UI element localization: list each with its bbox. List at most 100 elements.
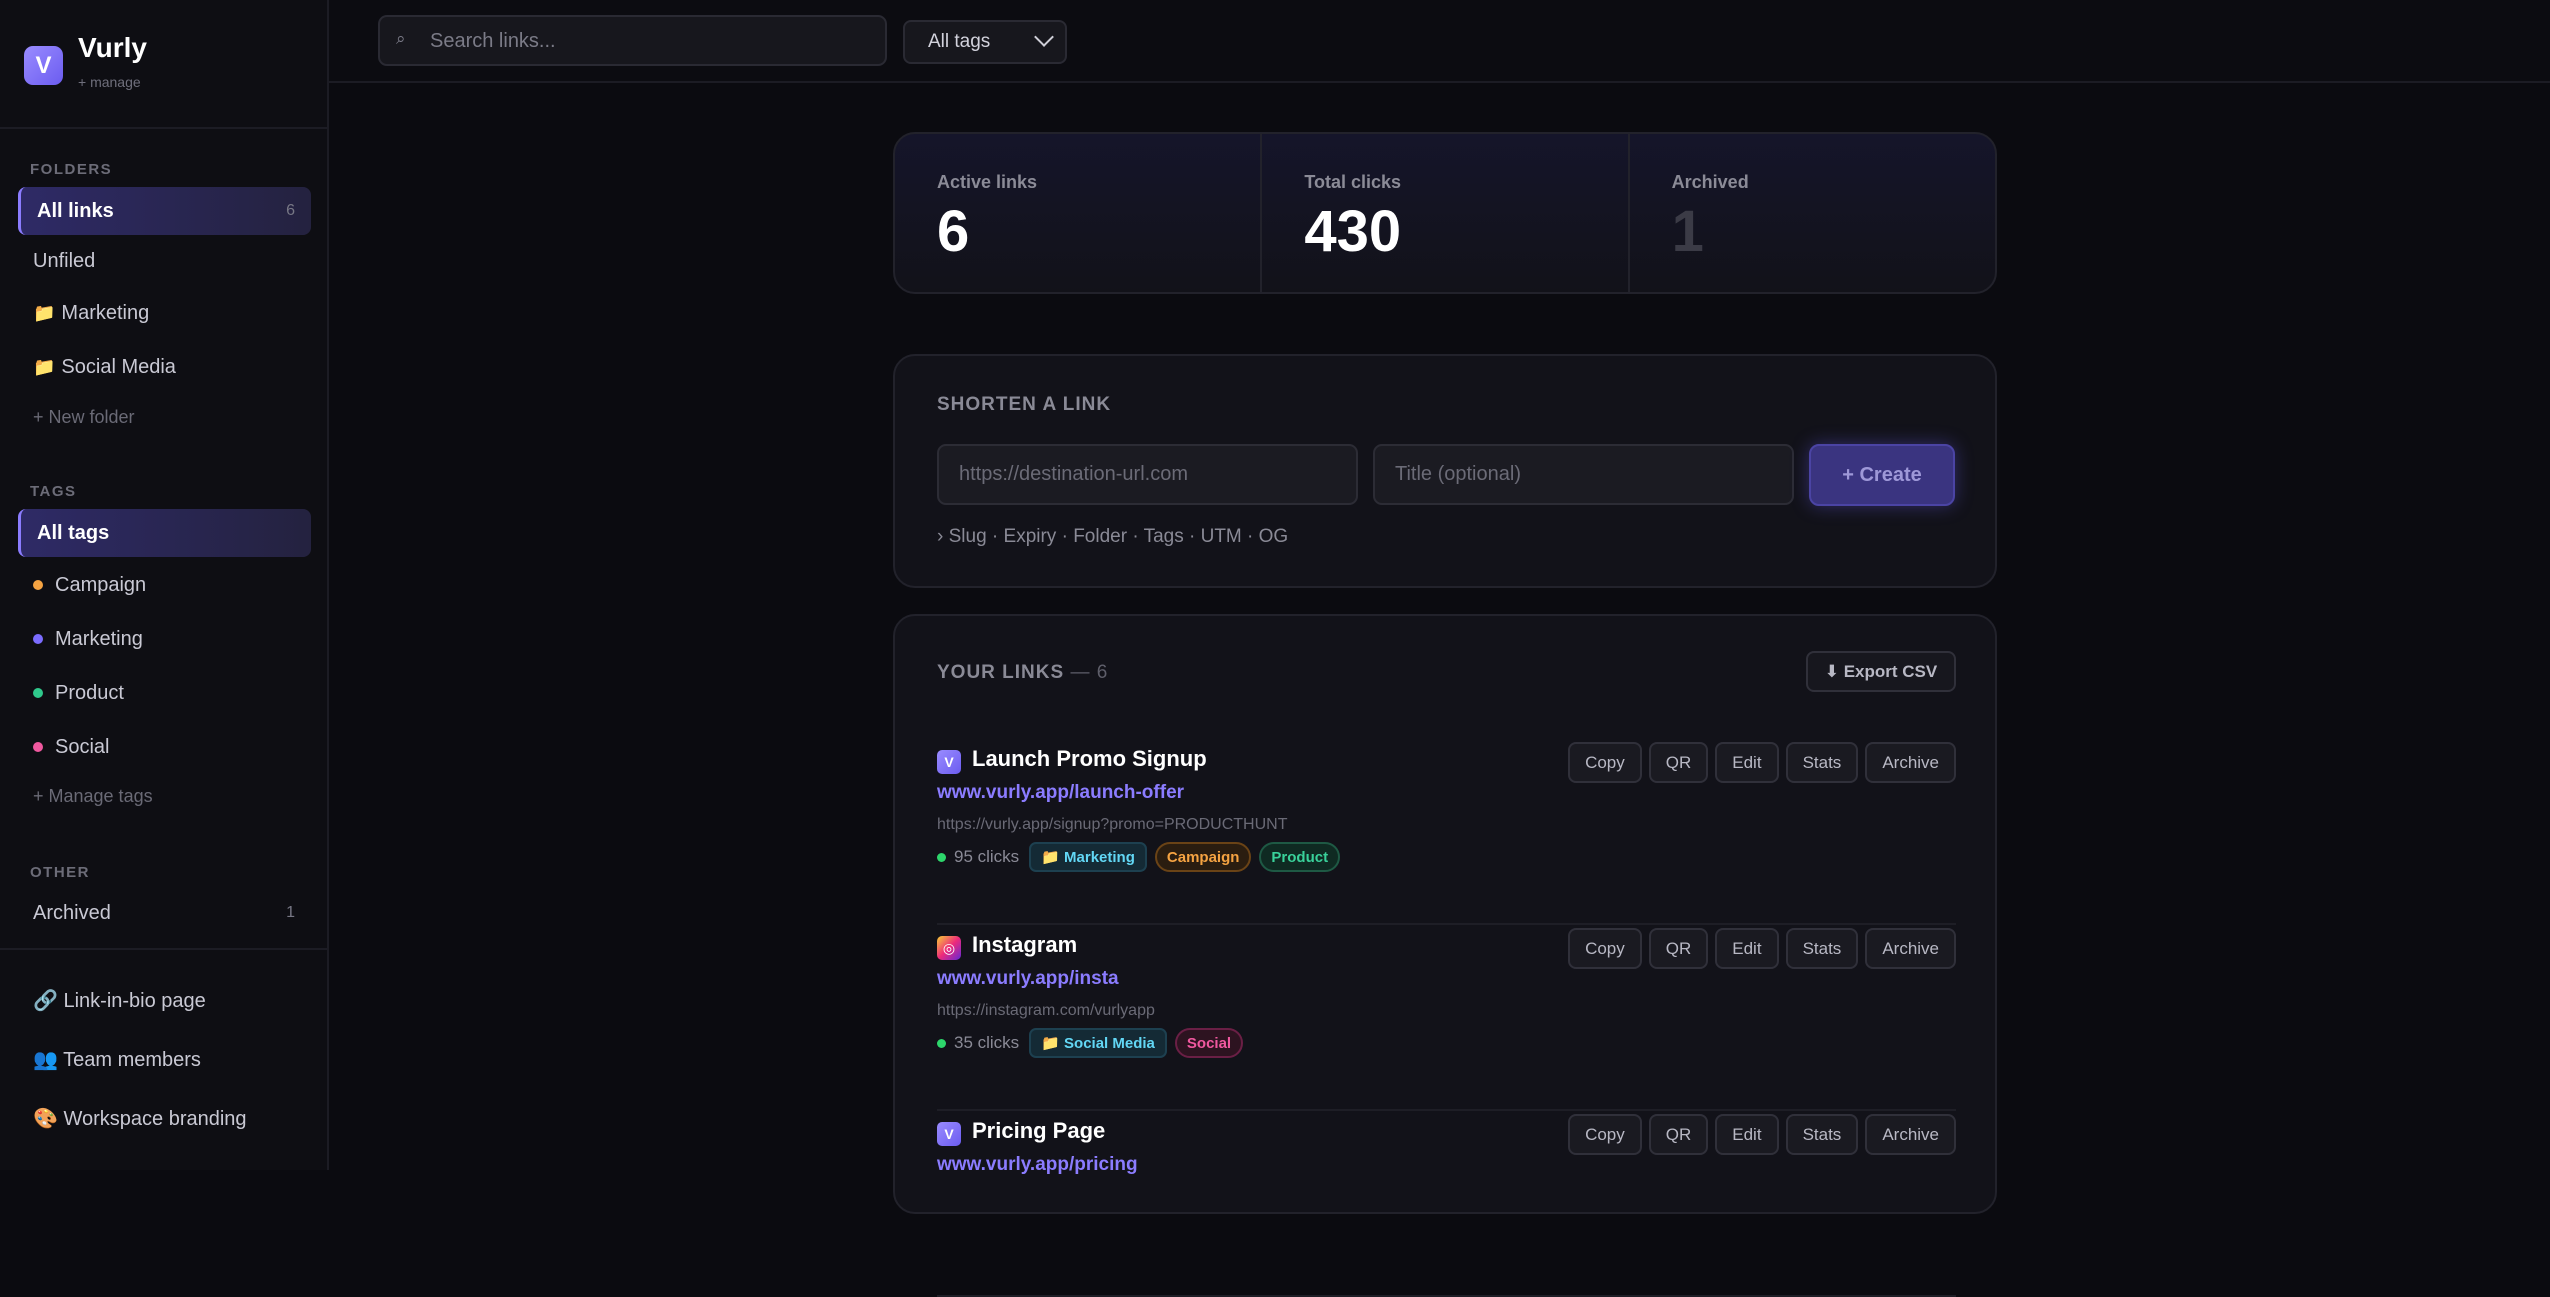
folder-icon: 📁 (33, 302, 56, 323)
links-title-text: YOUR LINKS (937, 662, 1065, 683)
tag-color-dot (33, 580, 43, 590)
manage-tags-link[interactable]: + Manage tags (33, 786, 153, 807)
archive-button[interactable]: Archive (1865, 742, 1956, 783)
sidebar-item-label: Archived (33, 901, 111, 924)
links-count: — 6 (1070, 662, 1109, 683)
qr-button[interactable]: QR (1648, 1114, 1709, 1155)
stat-label: Active links (937, 172, 1038, 192)
click-count-text: 95 clicks (954, 847, 1020, 866)
link-in-bio-nav[interactable]: 🔗 Link-in-bio page (33, 988, 206, 1013)
advanced-options-toggle[interactable]: › Slug · Expiry · Folder · Tags · UTM · … (937, 526, 1288, 548)
create-button[interactable]: + Create (1809, 444, 1955, 506)
link-row[interactable]: V Launch Promo Signup www.vurly.app/laun… (937, 738, 1956, 925)
archive-button[interactable]: Archive (1865, 1114, 1956, 1155)
tag-color-dot (33, 688, 43, 698)
title-input[interactable] (1373, 444, 1794, 505)
destination-url: https://vurly.app/signup?promo=PRODUCTHU… (937, 816, 1288, 833)
link-title: Pricing Page (972, 1118, 1106, 1143)
tag-chip-social: Social (1174, 1028, 1244, 1058)
archive-button[interactable]: Archive (1865, 928, 1956, 969)
all-links-count: 6 (286, 202, 295, 219)
stat-label: Archived (1671, 172, 1749, 192)
brand[interactable]: V Vurly + manage (24, 30, 147, 90)
sidebar-item-label: All links (37, 199, 114, 222)
link-row[interactable]: ◎ Instagram www.vurly.app/insta https://… (937, 924, 1956, 1111)
stats-button[interactable]: Stats (1785, 1114, 1859, 1155)
sidebar-item-tag-product[interactable]: Product (18, 669, 311, 717)
search-box[interactable]: ⌕ (378, 15, 887, 66)
link-title: Launch Promo Signup (972, 746, 1207, 771)
sidebar-item-tag-campaign[interactable]: Campaign (18, 561, 311, 609)
sidebar-item-label: Product (55, 681, 124, 704)
search-icon: ⌕ (396, 29, 406, 48)
stat-value: 1 (1671, 199, 1704, 264)
sidebar: V Vurly + manage FOLDERS All links 6 Unf… (0, 0, 329, 1170)
team-members-nav[interactable]: 👥 Team members (33, 1047, 201, 1072)
short-url-link[interactable]: www.vurly.app/launch-offer (937, 782, 1184, 804)
click-count: 95 clicks (937, 847, 1019, 867)
new-folder-link[interactable]: + New folder (33, 407, 135, 428)
tag-color-dot (33, 634, 43, 644)
tag-chip-campaign: Campaign (1154, 842, 1252, 872)
row-actions: Copy QR Edit Stats Archive (1561, 742, 1956, 783)
link-row[interactable]: V Pricing Page www.vurly.app/pricing Cop… (937, 1110, 1956, 1297)
sidebar-item-archived[interactable]: Archived 1 (18, 889, 311, 937)
stat-value: 6 (937, 199, 970, 264)
vurly-logo-icon: V (24, 46, 63, 85)
nav-label: Workspace branding (63, 1108, 247, 1130)
other-heading: OTHER (30, 864, 90, 881)
divider (0, 127, 327, 129)
sidebar-item-all-links[interactable]: All links 6 (18, 187, 311, 235)
link-title: Instagram (972, 932, 1078, 957)
workspace-branding-nav[interactable]: 🎨 Workspace branding (33, 1106, 247, 1131)
link-meta: 95 clicks 📁 Marketing Campaign Product (937, 842, 1348, 872)
sidebar-item-social-media-folder[interactable]: 📁 Social Media (18, 343, 311, 391)
sidebar-item-label: All tags (37, 521, 110, 544)
sidebar-item-tag-social[interactable]: Social (18, 723, 311, 771)
divider (0, 948, 327, 950)
qr-button[interactable]: QR (1648, 928, 1709, 969)
sidebar-item-unfiled[interactable]: Unfiled (18, 237, 311, 285)
short-url-link[interactable]: www.vurly.app/pricing (937, 1154, 1138, 1176)
stat-archived: Archived 1 (1630, 134, 1995, 292)
copy-button[interactable]: Copy (1568, 928, 1642, 969)
stats-button[interactable]: Stats (1785, 742, 1859, 783)
copy-button[interactable]: Copy (1568, 1114, 1642, 1155)
sidebar-item-marketing-folder[interactable]: 📁 Marketing (18, 289, 311, 337)
row-actions: Copy QR Edit Stats Archive (1561, 928, 1956, 969)
sidebar-item-label: Marketing (61, 301, 150, 324)
tag-color-dot (33, 742, 43, 752)
vurly-favicon-icon: V (937, 1122, 961, 1146)
edit-button[interactable]: Edit (1715, 742, 1779, 783)
short-url-link[interactable]: www.vurly.app/insta (937, 968, 1119, 990)
qr-button[interactable]: QR (1648, 742, 1709, 783)
tag-filter-value: All tags (928, 31, 991, 52)
click-count: 35 clicks (937, 1033, 1019, 1053)
shorten-title: SHORTEN A LINK (937, 394, 1112, 415)
edit-button[interactable]: Edit (1715, 1114, 1779, 1155)
edit-button[interactable]: Edit (1715, 928, 1779, 969)
tag-filter-select[interactable]: All tags (903, 20, 1067, 64)
stat-active-links: Active links 6 (895, 134, 1263, 292)
tag-chip-product: Product (1259, 842, 1341, 872)
sidebar-item-label: Social (55, 735, 110, 758)
folder-chip: 📁 Marketing (1029, 842, 1147, 872)
export-csv-button[interactable]: ⬇ Export CSV (1806, 651, 1956, 692)
sidebar-item-tag-marketing[interactable]: Marketing (18, 615, 311, 663)
copy-button[interactable]: Copy (1568, 742, 1642, 783)
stats-button[interactable]: Stats (1785, 928, 1859, 969)
vurly-favicon-icon: V (937, 750, 961, 774)
destination-url-input[interactable] (937, 444, 1358, 505)
stat-label: Total clicks (1304, 172, 1402, 192)
topbar: ⌕ All tags (329, 0, 2550, 83)
shorten-link-card: SHORTEN A LINK + Create › Slug · Expiry … (893, 354, 1997, 588)
nav-label: Team members (63, 1049, 201, 1071)
sidebar-item-label: Campaign (55, 573, 147, 596)
search-input[interactable] (428, 17, 872, 66)
stats-card: Active links 6 Total clicks 430 Archived… (893, 132, 1997, 294)
status-dot-icon (937, 1038, 946, 1048)
tags-heading: TAGS (30, 483, 77, 500)
chevron-down-icon (1034, 27, 1054, 47)
sidebar-item-all-tags[interactable]: All tags (18, 509, 311, 557)
brand-manage-link[interactable]: + manage (78, 74, 147, 90)
